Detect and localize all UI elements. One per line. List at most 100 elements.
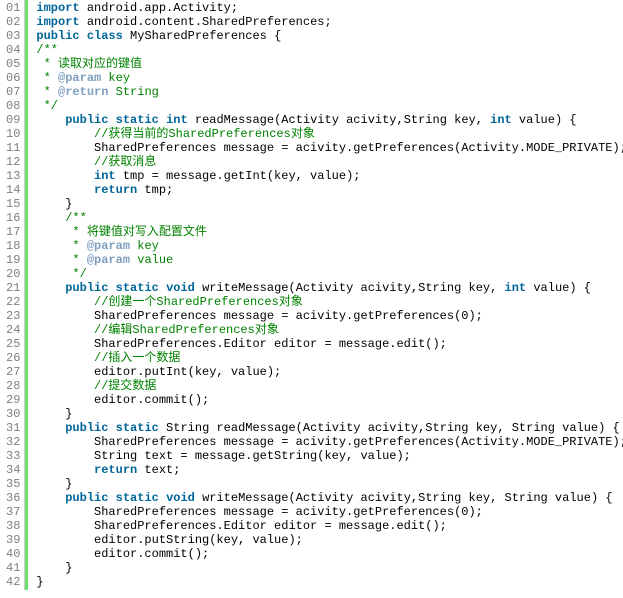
code-token	[36, 491, 65, 505]
code-line: public static void writeMessage(Activity…	[36, 491, 623, 505]
line-number: 40	[6, 547, 20, 561]
line-number: 23	[6, 309, 20, 323]
line-number: 06	[6, 71, 20, 85]
code-token: SharedPreferences message = acivity.getP…	[36, 435, 623, 449]
line-number: 28	[6, 379, 20, 393]
code-token: *	[65, 239, 87, 253]
code-token	[36, 421, 65, 435]
line-number: 42	[6, 575, 20, 589]
line-number: 31	[6, 421, 20, 435]
code-token: static	[116, 491, 159, 505]
line-number: 08	[6, 99, 20, 113]
line-number: 17	[6, 225, 20, 239]
line-number: 02	[6, 15, 20, 29]
code-token	[36, 169, 94, 183]
code-line: editor.putInt(key, value);	[36, 365, 623, 379]
line-number: 30	[6, 407, 20, 421]
line-number: 18	[6, 239, 20, 253]
code-token	[36, 155, 94, 169]
code-line: /**	[36, 43, 623, 57]
code-line: public static int readMessage(Activity a…	[36, 113, 623, 127]
line-number: 03	[6, 29, 20, 43]
code-token	[36, 281, 65, 295]
code-line: public static String readMessage(Activit…	[36, 421, 623, 435]
code-token	[36, 351, 94, 365]
code-token: static	[116, 421, 159, 435]
code-token: *	[36, 85, 58, 99]
code-token: SharedPreferences.Editor editor = messag…	[36, 519, 446, 533]
line-number: 29	[6, 393, 20, 407]
line-number: 38	[6, 519, 20, 533]
code-token: return	[94, 183, 137, 197]
code-token: readMessage(Activity acivity,String key,	[188, 113, 490, 127]
code-token: public	[65, 281, 108, 295]
code-token: /**	[36, 43, 58, 57]
line-number: 15	[6, 197, 20, 211]
line-number: 27	[6, 365, 20, 379]
code-token: MySharedPreferences {	[123, 29, 281, 43]
code-line: * 读取对应的键值	[36, 57, 623, 71]
code-token: tmp;	[137, 183, 173, 197]
code-token: );	[468, 505, 482, 519]
code-line: //创建一个SharedPreferences对象	[36, 295, 623, 309]
code-token	[108, 281, 115, 295]
code-token: editor.putString(key, value);	[36, 533, 302, 547]
code-line: //编辑SharedPreferences对象	[36, 323, 623, 337]
code-token	[36, 379, 94, 393]
code-token: android.app.Activity;	[80, 1, 238, 15]
code-line: String text = message.getString(key, val…	[36, 449, 623, 463]
code-token: String	[108, 85, 158, 99]
code-token	[36, 127, 94, 141]
line-number: 19	[6, 253, 20, 267]
code-line: SharedPreferences.Editor editor = messag…	[36, 337, 623, 351]
line-number: 12	[6, 155, 20, 169]
line-number: 07	[6, 85, 20, 99]
code-line: public static void writeMessage(Activity…	[36, 281, 623, 295]
code-token: public	[36, 29, 79, 43]
code-token: public	[65, 113, 108, 127]
code-token: *	[36, 71, 58, 85]
code-line: */	[36, 99, 623, 113]
code-line: editor.putString(key, value);	[36, 533, 623, 547]
code-line: import android.content.SharedPreferences…	[36, 15, 623, 29]
code-line: * @param key	[36, 71, 623, 85]
code-token: * 读取对应的键值	[36, 57, 142, 71]
code-token: int	[166, 113, 188, 127]
code-token	[36, 267, 65, 281]
code-token: writeMessage(Activity acivity,String key…	[195, 491, 613, 505]
code-line: }	[36, 197, 623, 211]
code-token	[159, 113, 166, 127]
code-line: * 将键值对写入配置文件	[36, 225, 623, 239]
code-token: /**	[65, 211, 87, 225]
line-number: 20	[6, 267, 20, 281]
line-number: 34	[6, 463, 20, 477]
code-token: int	[94, 169, 116, 183]
code-token: }	[36, 197, 72, 211]
code-area: import android.app.Activity;import andro…	[25, 0, 623, 590]
line-number: 01	[6, 1, 20, 15]
code-token	[36, 239, 65, 253]
code-line: * @param key	[36, 239, 623, 253]
code-token: String text = message.getString(key, val…	[36, 449, 410, 463]
code-token: *	[65, 253, 87, 267]
code-token: //插入一个数据	[94, 351, 180, 365]
code-token: }	[36, 477, 72, 491]
code-line: //获得当前的SharedPreferences对象	[36, 127, 623, 141]
code-token: SharedPreferences message = acivity.getP…	[36, 309, 461, 323]
code-token: @param	[87, 253, 130, 267]
code-token: @param	[58, 71, 101, 85]
code-token: writeMessage(Activity acivity,String key…	[195, 281, 505, 295]
code-token: );	[468, 309, 482, 323]
code-line: SharedPreferences.Editor editor = messag…	[36, 519, 623, 533]
code-token: @param	[87, 239, 130, 253]
code-token: class	[87, 29, 123, 43]
code-token: value	[130, 253, 173, 267]
code-token: static	[116, 281, 159, 295]
code-line: SharedPreferences message = acivity.getP…	[36, 141, 623, 155]
code-token: public	[65, 491, 108, 505]
code-token: //获取消息	[94, 155, 156, 169]
code-token	[159, 281, 166, 295]
line-number: 26	[6, 351, 20, 365]
code-token: editor.putInt(key, value);	[36, 365, 281, 379]
code-line: */	[36, 267, 623, 281]
